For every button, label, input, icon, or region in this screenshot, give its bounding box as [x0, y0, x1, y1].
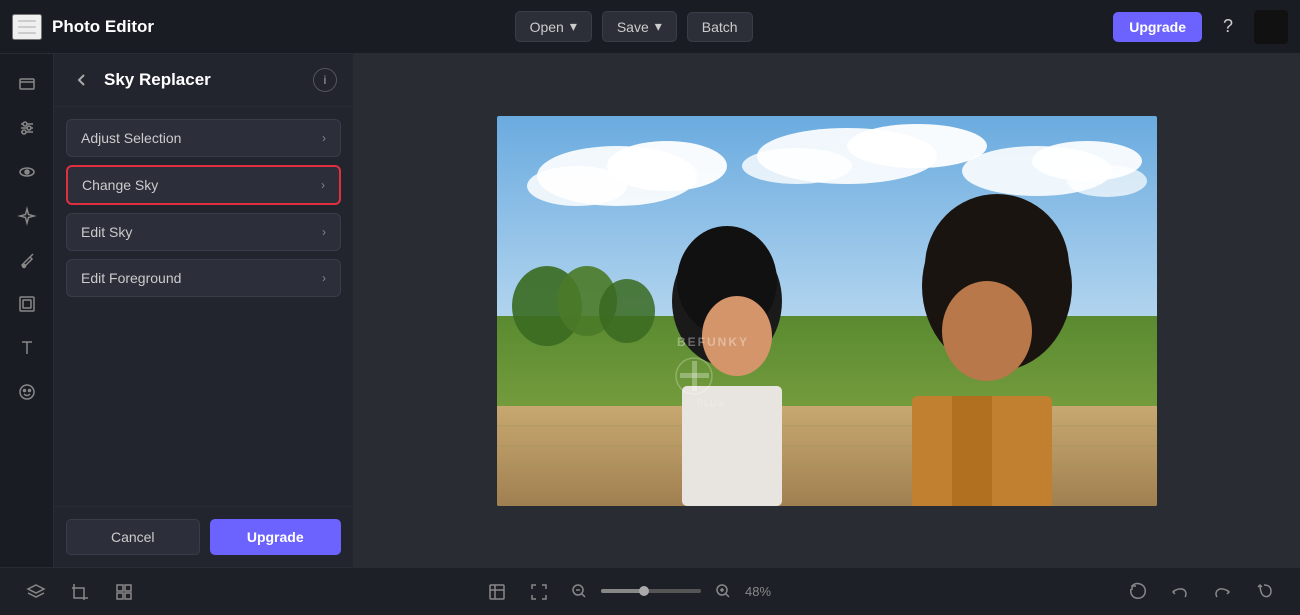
undo-button[interactable]: [1164, 577, 1196, 606]
menu-item-change-sky[interactable]: Change Sky ›: [66, 165, 341, 205]
history-button[interactable]: [1122, 577, 1154, 606]
bottom-right-actions: [1122, 577, 1280, 606]
cancel-label: Cancel: [111, 529, 155, 545]
crop-icon-btn[interactable]: [64, 577, 96, 606]
save-chevron-icon: ▾: [655, 18, 662, 35]
chevron-right-icon: ›: [322, 131, 326, 145]
panel-header: Sky Replacer i: [54, 54, 353, 107]
topbar-center: Open ▾ Save ▾ Batch: [154, 11, 1113, 42]
info-icon: i: [324, 73, 327, 87]
bottom-center-zoom: 48%: [481, 577, 781, 606]
open-button[interactable]: Open ▾: [515, 11, 592, 42]
bottom-toolbar: 48%: [0, 567, 1300, 615]
help-icon: ?: [1223, 16, 1233, 37]
chevron-right-icon: ›: [322, 271, 326, 285]
grid-icon-btn[interactable]: [108, 577, 140, 606]
redo-button[interactable]: [1206, 577, 1238, 606]
sidebar-icon-sticker[interactable]: [7, 372, 47, 412]
save-label: Save: [617, 19, 649, 35]
svg-text:BEFUNKY: BEFUNKY: [677, 335, 749, 349]
sidebar-icon-text[interactable]: [7, 328, 47, 368]
save-button[interactable]: Save ▾: [602, 11, 677, 42]
panel-actions: Cancel Upgrade: [54, 506, 353, 567]
info-button[interactable]: i: [313, 68, 337, 92]
menu-item-edit-foreground[interactable]: Edit Foreground ›: [66, 259, 341, 297]
sidebar-icon-adjustments[interactable]: [7, 108, 47, 148]
bottom-left-tools: [20, 577, 140, 606]
zoom-slider[interactable]: [601, 589, 701, 593]
open-chevron-icon: ▾: [570, 18, 577, 35]
sidebar-icon-eye[interactable]: [7, 152, 47, 192]
menu-item-edit-sky[interactable]: Edit Sky ›: [66, 213, 341, 251]
menu-item-label: Change Sky: [82, 177, 158, 193]
zoom-out-button[interactable]: [565, 577, 593, 605]
upgrade-label: Upgrade: [1129, 19, 1186, 35]
cancel-button[interactable]: Cancel: [66, 519, 200, 555]
canvas-area: BEFUNKY PLUS: [354, 54, 1300, 567]
upgrade-panel-button[interactable]: Upgrade: [210, 519, 342, 555]
upgrade-panel-label: Upgrade: [247, 529, 304, 545]
help-button[interactable]: ?: [1212, 11, 1244, 43]
fit-screen-button[interactable]: [523, 577, 555, 606]
sidebar-icon-layers[interactable]: [7, 64, 47, 104]
main-area: Sky Replacer i Adjust Selection › Change…: [0, 54, 1300, 567]
panel-body: Adjust Selection › Change Sky › Edit Sky…: [54, 107, 353, 506]
photo-container: BEFUNKY PLUS: [497, 116, 1157, 506]
back-button[interactable]: [70, 69, 94, 91]
side-panel: Sky Replacer i Adjust Selection › Change…: [54, 54, 354, 567]
menu-item-adjust-selection[interactable]: Adjust Selection ›: [66, 119, 341, 157]
chevron-right-icon: ›: [321, 178, 325, 192]
sidebar-icon-frames[interactable]: [7, 284, 47, 324]
menu-item-label: Edit Foreground: [81, 270, 181, 286]
sidebar-icon-sparkle[interactable]: [7, 196, 47, 236]
batch-button[interactable]: Batch: [687, 12, 753, 42]
app-title: Photo Editor: [52, 17, 154, 37]
svg-text:PLUS: PLUS: [697, 398, 725, 408]
topbar-left: Photo Editor: [12, 14, 154, 40]
topbar-right: Upgrade ?: [1113, 10, 1288, 44]
chevron-right-icon: ›: [322, 225, 326, 239]
photo-canvas: BEFUNKY PLUS: [497, 116, 1157, 506]
zoom-percent: 48%: [745, 584, 781, 599]
upgrade-button[interactable]: Upgrade: [1113, 12, 1202, 42]
layers-icon-btn[interactable]: [20, 577, 52, 606]
zoom-controls: 48%: [565, 577, 781, 605]
icon-sidebar: [0, 54, 54, 567]
sidebar-icon-brush[interactable]: [7, 240, 47, 280]
topbar: Photo Editor Open ▾ Save ▾ Batch Upgrade…: [0, 0, 1300, 54]
reset-button[interactable]: [1248, 577, 1280, 606]
menu-item-label: Adjust Selection: [81, 130, 181, 146]
hamburger-menu[interactable]: [12, 14, 42, 40]
zoom-in-button[interactable]: [709, 577, 737, 605]
user-avatar[interactable]: [1254, 10, 1288, 44]
open-label: Open: [530, 19, 564, 35]
menu-item-label: Edit Sky: [81, 224, 132, 240]
batch-label: Batch: [702, 19, 738, 35]
panel-title: Sky Replacer: [104, 70, 303, 90]
fit-view-button[interactable]: [481, 577, 513, 606]
